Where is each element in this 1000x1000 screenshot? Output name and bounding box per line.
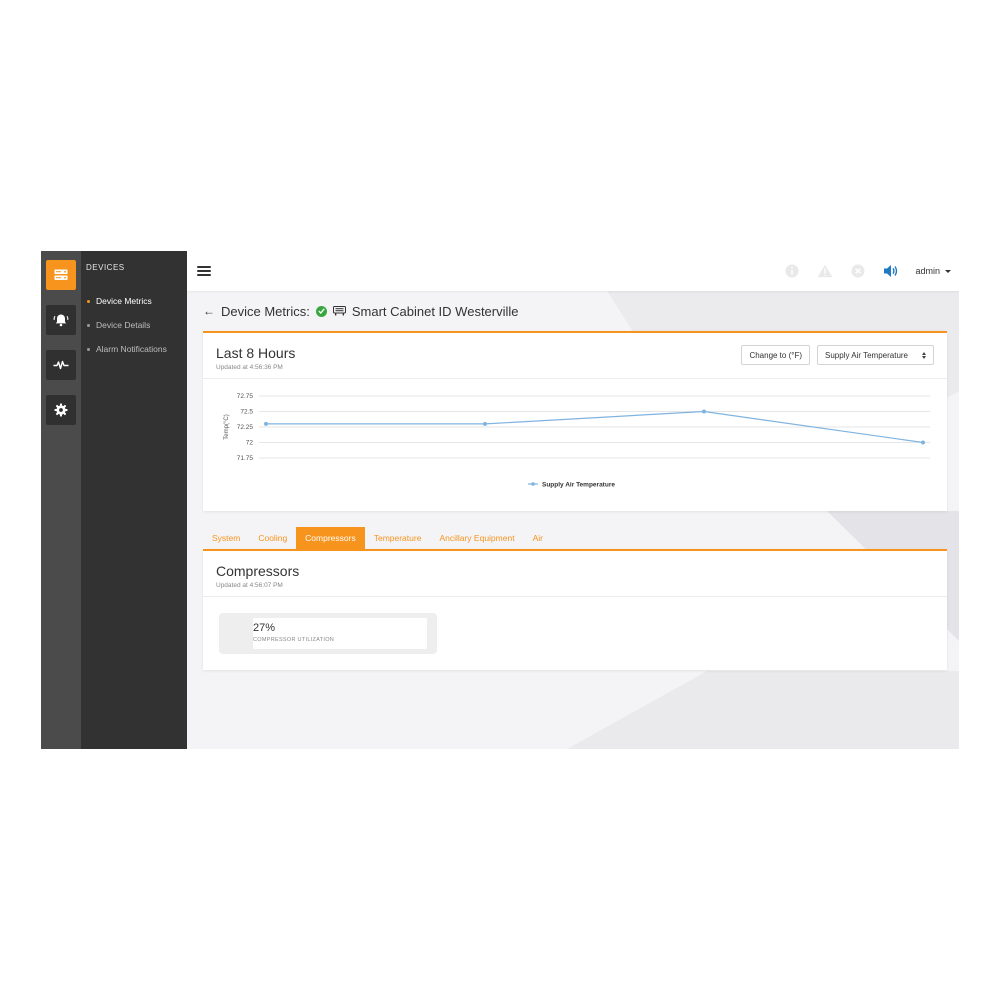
compressors-card: Compressors Updated at 4:56:07 PM 27% CO…	[203, 549, 947, 670]
chevron-down-icon	[945, 269, 951, 273]
page-header: ← Device Metrics: Smart Cabinet ID Weste…	[203, 291, 947, 331]
change-unit-button[interactable]: Change to (°F)	[741, 345, 810, 365]
compressors-title: Compressors	[216, 563, 300, 579]
user-menu[interactable]: admin	[915, 266, 951, 276]
chart-card-header: Last 8 Hours Updated at 4:56:36 PM Chang…	[203, 333, 947, 379]
main-area: admin ← Device Metrics: Smart Cabinet ID…	[187, 251, 959, 749]
bullet-dot	[87, 323, 90, 327]
rail-alarms-button[interactable]	[46, 305, 76, 335]
subnav-item-label: Device Details	[96, 320, 151, 330]
metric-select-value: Supply Air Temperature	[825, 350, 909, 360]
legend-label: Supply Air Temperature	[542, 482, 615, 489]
speaker-icon[interactable]	[883, 263, 899, 279]
rail-metrics-button[interactable]	[46, 350, 76, 380]
y-tick-label: 72	[246, 440, 254, 447]
subnav-item-alarm-notifications[interactable]: Alarm Notifications	[81, 337, 187, 361]
bullet-dot	[87, 299, 90, 303]
tab-ancillary-equipment[interactable]: Ancillary Equipment	[430, 527, 523, 549]
content: ← Device Metrics: Smart Cabinet ID Weste…	[187, 291, 959, 670]
pulse-icon	[53, 360, 69, 370]
tab-system[interactable]: System	[203, 527, 249, 549]
y-axis-label: Temp(°C)	[224, 414, 230, 439]
data-point	[702, 409, 706, 414]
bullet-dot	[87, 347, 90, 351]
y-tick-label: 71.75	[237, 455, 254, 462]
subnav-item-device-metrics[interactable]: Device Metrics	[81, 289, 187, 313]
metric-label: COMPRESSOR UTILIZATION	[253, 637, 335, 643]
tab-cooling[interactable]: Cooling	[249, 527, 296, 549]
chart-area: 72.75 72.5 72.25 72 71.75 Temp(°C) Supply Air …	[203, 379, 945, 509]
rail-devices-button[interactable]	[46, 260, 76, 290]
y-tick-label: 72.5	[240, 409, 253, 416]
data-point	[921, 440, 925, 445]
rail-settings-button[interactable]	[46, 395, 76, 425]
metric-value: 27%	[253, 622, 276, 634]
tab-temperature[interactable]: Temperature	[365, 527, 431, 549]
chart-updated-text: Updated at 4:56:36 PM	[216, 364, 283, 371]
metric-tile: 27% COMPRESSOR UTILIZATION	[219, 613, 437, 654]
devices-subnav: DEVICES Device Metrics Device Details Al…	[81, 251, 187, 749]
y-tick-label: 72.75	[237, 393, 254, 400]
compressors-card-header: Compressors Updated at 4:56:07 PM	[203, 551, 947, 597]
server-icon	[54, 269, 68, 280]
subnav-item-device-details[interactable]: Device Details	[81, 313, 187, 337]
gear-icon	[54, 403, 68, 417]
page-title: Device Metrics:	[221, 303, 310, 319]
data-point	[483, 421, 487, 426]
data-point	[264, 421, 268, 426]
close-circle-icon[interactable]	[850, 263, 866, 279]
user-name: admin	[915, 266, 940, 276]
cabinet-device-icon	[332, 306, 346, 316]
top-bar: admin	[187, 251, 959, 291]
chart-card: Last 8 Hours Updated at 4:56:36 PM Chang…	[203, 331, 947, 511]
chart-card-title: Last 8 Hours	[216, 345, 296, 361]
subnav-item-label: Alarm Notifications	[96, 344, 167, 354]
metric-tabs: System Cooling Compressors Temperature A…	[203, 527, 947, 549]
tab-air[interactable]: Air	[524, 527, 552, 549]
warning-icon[interactable]	[817, 263, 833, 279]
select-arrows-icon	[922, 351, 926, 359]
metric-select[interactable]: Supply Air Temperature	[817, 345, 934, 365]
compressors-updated-text: Updated at 4:56:07 PM	[216, 582, 283, 589]
back-arrow-icon[interactable]: ←	[203, 304, 215, 318]
info-icon[interactable]	[784, 263, 800, 279]
app-window: DEVICES Device Metrics Device Details Al…	[41, 251, 959, 749]
subnav-title: DEVICES	[86, 263, 125, 272]
status-ok-icon	[315, 305, 327, 317]
device-name: Smart Cabinet ID Westerville	[351, 303, 519, 319]
line-chart: 72.75 72.5 72.25 72 71.75 Temp(°C) Supply Air …	[224, 393, 930, 489]
tab-compressors[interactable]: Compressors	[296, 527, 365, 549]
subnav-item-label: Device Metrics	[96, 296, 152, 306]
icon-rail	[41, 251, 81, 749]
legend-marker	[531, 482, 535, 486]
y-tick-label: 72.25	[237, 424, 254, 431]
alarm-bell-icon	[53, 314, 69, 327]
hamburger-menu-icon[interactable]	[197, 266, 211, 276]
